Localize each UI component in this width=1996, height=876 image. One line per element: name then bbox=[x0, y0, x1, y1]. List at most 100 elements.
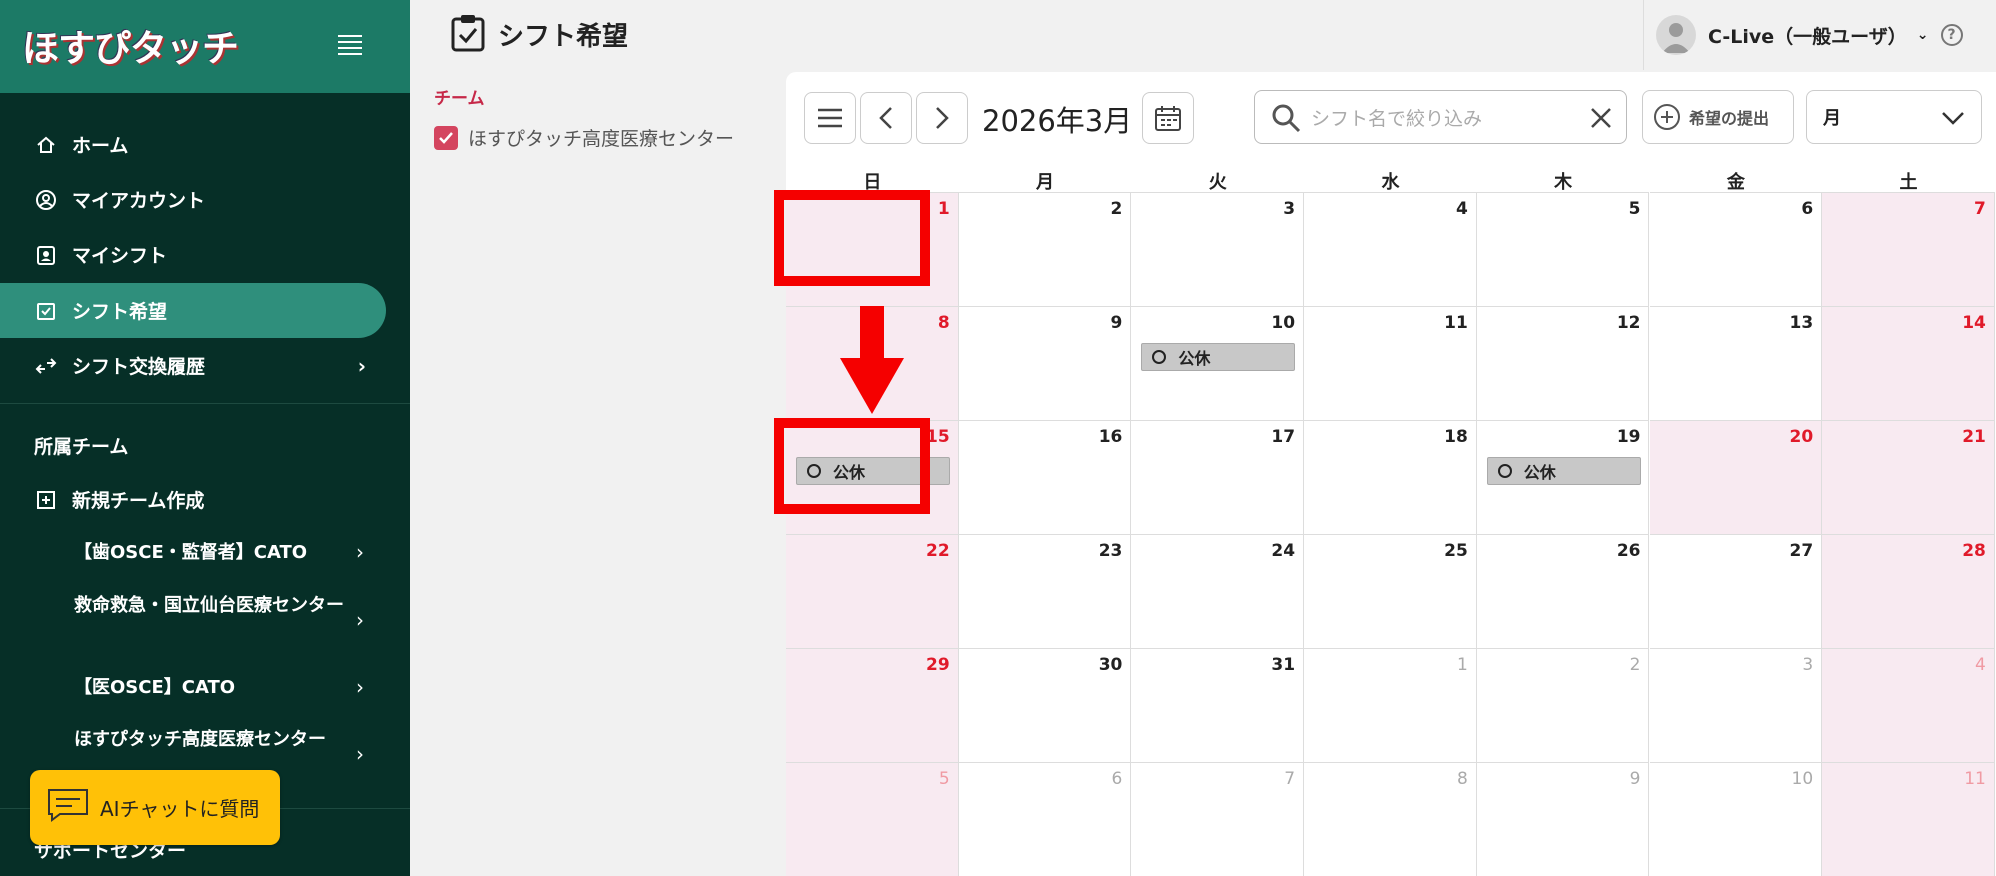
sidebar: ほすぴタッチ ホーム マイアカウント マイシフト シフト希望 シフト交換履歴 ›… bbox=[0, 0, 410, 876]
team-filter-checkbox[interactable]: ほすぴタッチ高度医療センター bbox=[434, 124, 734, 151]
calendar-day-cell[interactable]: 4 bbox=[1822, 648, 1995, 762]
calendar-day-cell[interactable]: 3 bbox=[1131, 192, 1305, 306]
calendar-day-cell[interactable]: 12 bbox=[1476, 306, 1650, 420]
day-number: 5 bbox=[1628, 199, 1641, 219]
calendar-day-cell[interactable]: 19 公休 bbox=[1476, 420, 1650, 534]
chevron-right-icon: › bbox=[356, 675, 364, 699]
calendar-grid: 1 2 3 4 5 6 7 8 9 10 公休 11 12 13 14 15 公休 16 17 18 19 公休 20 21 2… bbox=[786, 192, 1996, 876]
arrow-down-icon bbox=[840, 306, 904, 414]
sidebar-team-item[interactable]: 救命救急・国立仙台医療センター bbox=[74, 592, 344, 619]
calendar-day-cell[interactable]: 10 公休 bbox=[1131, 306, 1305, 420]
sidebar-item-my-shift[interactable]: マイシフト bbox=[0, 227, 386, 282]
chevron-right-icon: › bbox=[356, 742, 364, 766]
calendar-day-cell[interactable]: 22 bbox=[786, 534, 959, 648]
calendar-day-cell[interactable]: 9 bbox=[1476, 762, 1650, 876]
calendar-day-cell[interactable]: 21 bbox=[1822, 420, 1995, 534]
calendar-day-cell[interactable]: 4 bbox=[1304, 192, 1477, 306]
calendar-day-cell[interactable]: 10 bbox=[1649, 762, 1823, 876]
next-month-button[interactable] bbox=[916, 92, 968, 144]
highlight-box bbox=[774, 418, 930, 514]
calendar-day-cell[interactable]: 14 bbox=[1822, 306, 1995, 420]
sidebar-item-shift-exchange[interactable]: シフト交換履歴 › bbox=[0, 338, 386, 393]
app-logo[interactable]: ほすぴタッチ bbox=[22, 18, 239, 72]
search-icon bbox=[1272, 104, 1301, 133]
calendar-day-cell[interactable]: 1 bbox=[1304, 648, 1477, 762]
day-number: 3 bbox=[1802, 655, 1814, 675]
sidebar-item-label: マイシフト bbox=[72, 245, 168, 267]
shift-search-input[interactable]: シフト名で絞り込み bbox=[1254, 90, 1627, 144]
sidebar-toggle-icon[interactable] bbox=[338, 35, 362, 55]
calendar-day-cell[interactable]: 28 bbox=[1822, 534, 1995, 648]
calendar-day-cell[interactable]: 23 bbox=[958, 534, 1132, 648]
ai-chat-button[interactable]: AIチャットに質問 bbox=[30, 770, 280, 845]
chevron-right-icon: › bbox=[356, 540, 364, 564]
calendar-day-cell[interactable]: 7 bbox=[1131, 762, 1305, 876]
day-number: 16 bbox=[1098, 427, 1123, 447]
calendar-day-cell[interactable]: 16 bbox=[958, 420, 1132, 534]
day-number: 7 bbox=[1974, 199, 1986, 219]
calendar-day-cell[interactable]: 7 bbox=[1822, 192, 1995, 306]
calendar-day-cell[interactable]: 11 bbox=[1304, 306, 1477, 420]
calendar-day-cell[interactable]: 31 bbox=[1131, 648, 1305, 762]
calendar-day-cell[interactable]: 27 bbox=[1649, 534, 1823, 648]
day-number: 2 bbox=[1110, 199, 1123, 219]
close-icon[interactable] bbox=[1590, 107, 1612, 129]
calendar-day-cell[interactable]: 6 bbox=[1649, 192, 1823, 306]
shift-event-chip[interactable]: 公休 bbox=[1486, 457, 1641, 485]
calendar-day-cell[interactable]: 13 bbox=[1649, 306, 1823, 420]
user-menu[interactable]: C-Live（一般ユーザ） ⌄ ? bbox=[1643, 0, 1996, 70]
calendar-day-cell[interactable]: 17 bbox=[1131, 420, 1305, 534]
sidebar-item-home[interactable]: ホーム bbox=[0, 117, 386, 172]
highlight-box bbox=[774, 190, 930, 286]
team-label: 【歯OSCE・監督者】CATO bbox=[74, 542, 308, 563]
calendar-day-cell[interactable]: 2 bbox=[1476, 648, 1650, 762]
sidebar-item-new-team[interactable]: 新規チーム作成 bbox=[0, 472, 386, 527]
sidebar-team-item[interactable]: 【医OSCE】CATO bbox=[74, 674, 374, 701]
calendar-day-cell[interactable]: 18 bbox=[1304, 420, 1477, 534]
calendar-day-cell[interactable]: 26 bbox=[1476, 534, 1650, 648]
calendar-day-cell[interactable]: 5 bbox=[786, 762, 959, 876]
top-header: シフト希望 C-Live（一般ユーザ） ⌄ ? bbox=[410, 0, 1996, 70]
day-number: 10 bbox=[1791, 769, 1814, 789]
sidebar-item-account[interactable]: マイアカウント bbox=[0, 172, 386, 227]
help-icon[interactable]: ? bbox=[1940, 24, 1963, 46]
divider bbox=[0, 403, 410, 404]
calendar-day-cell[interactable]: 25 bbox=[1304, 534, 1477, 648]
weekday-label: 水 bbox=[1381, 172, 1400, 193]
calendar-card: 2026年3月 シフト名で絞り込み 希望の提出 月 日月火水木金土 123456… bbox=[774, 72, 1996, 876]
date-picker-button[interactable] bbox=[1142, 92, 1194, 144]
day-number: 13 bbox=[1789, 313, 1814, 333]
day-number: 24 bbox=[1271, 541, 1296, 561]
calendar-icon bbox=[1155, 106, 1181, 131]
calendar-day-cell[interactable]: 29 bbox=[786, 648, 959, 762]
calendar-day-cell[interactable]: 2 bbox=[958, 192, 1132, 306]
shift-event-chip[interactable]: 公休 bbox=[1141, 343, 1296, 371]
submit-request-button[interactable]: 希望の提出 bbox=[1642, 90, 1794, 144]
day-number: 11 bbox=[1444, 313, 1468, 333]
sidebar-item-shift-request[interactable]: シフト希望 bbox=[0, 283, 386, 338]
chevron-right-icon: › bbox=[357, 353, 366, 378]
view-mode-select[interactable]: 月 bbox=[1806, 90, 1982, 144]
calendar-day-cell[interactable]: 11 bbox=[1822, 762, 1995, 876]
checkbox-checked-icon bbox=[434, 125, 458, 150]
day-number: 8 bbox=[1456, 769, 1468, 789]
calendar-day-cell[interactable]: 5 bbox=[1476, 192, 1650, 306]
calendar-day-cell[interactable]: 9 bbox=[958, 306, 1132, 420]
calendar-check-icon bbox=[450, 13, 486, 57]
sidebar-team-item[interactable]: 【歯OSCE・監督者】CATO bbox=[74, 539, 374, 566]
sidebar-team-item[interactable]: ほすぴタッチ高度医療センター bbox=[74, 726, 344, 753]
sidebar-item-label: マイアカウント bbox=[72, 190, 206, 212]
prev-month-button[interactable] bbox=[860, 92, 912, 144]
day-number: 8 bbox=[937, 313, 950, 333]
calendar-day-cell[interactable]: 3 bbox=[1649, 648, 1823, 762]
calendar-day-cell[interactable]: 20 bbox=[1649, 420, 1823, 534]
weekday-label: 土 bbox=[1899, 172, 1918, 193]
calendar-day-cell[interactable]: 30 bbox=[958, 648, 1132, 762]
calendar-day-cell[interactable]: 24 bbox=[1131, 534, 1305, 648]
calendar-day-cell[interactable]: 6 bbox=[958, 762, 1132, 876]
menu-button[interactable] bbox=[804, 92, 856, 144]
calendar-day-cell[interactable]: 8 bbox=[1304, 762, 1477, 876]
month-label: 2026年3月 bbox=[982, 104, 1133, 138]
shift-event-label: 公休 bbox=[1178, 349, 1211, 368]
day-number: 12 bbox=[1616, 313, 1641, 333]
